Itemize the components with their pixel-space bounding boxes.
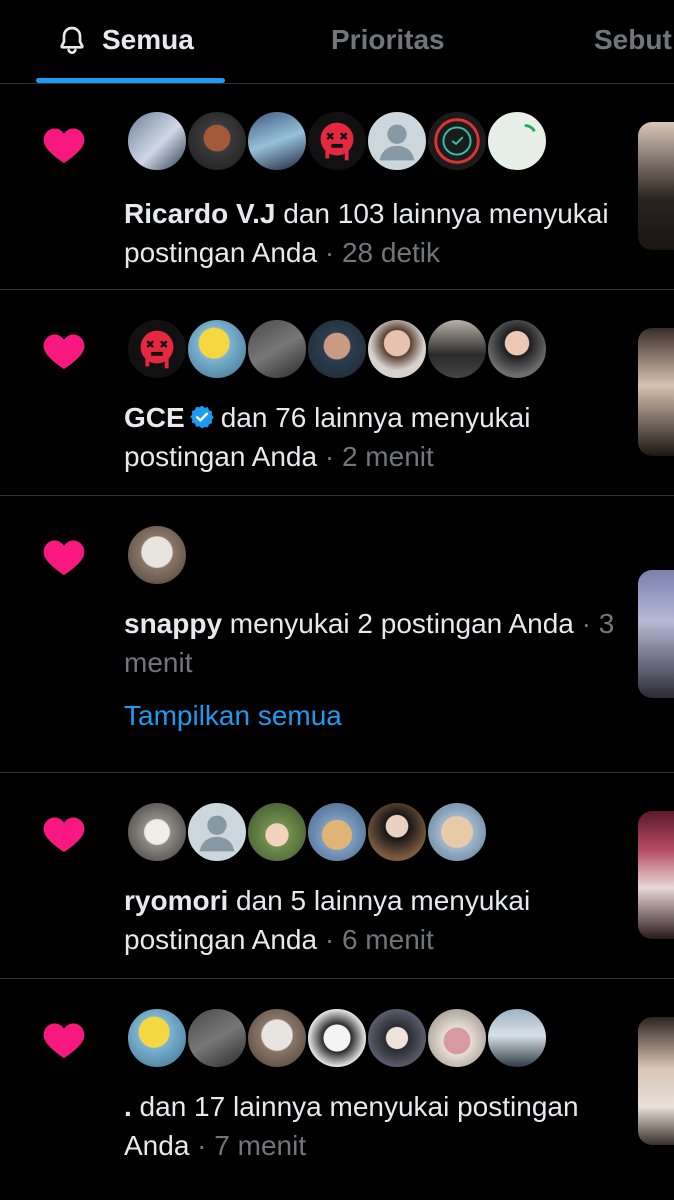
avatar[interactable] [186,801,248,863]
timestamp: 2 menit [341,441,434,472]
tab-semua[interactable]: Semua [56,20,194,60]
notification-row[interactable]: snappy menyukai 2 postingan Anda · 3 men… [0,496,674,773]
avatar[interactable] [486,110,548,172]
notification-row[interactable]: . dan 17 lainnya menyukai postingan Anda… [0,979,674,1200]
avatar-group [126,801,488,863]
avatar[interactable] [186,1007,248,1069]
notification-row[interactable]: ryomori dan 5 lainnya menyukai postingan… [0,773,674,979]
tab-semua-label: Semua [102,24,194,55]
avatar[interactable] [306,318,368,380]
heart-icon [43,128,85,164]
tab-sebut[interactable]: Sebut [594,20,672,60]
bell-icon [60,26,84,55]
avatar[interactable] [246,110,308,172]
avatar[interactable] [426,801,488,863]
post-thumbnail[interactable] [638,811,674,939]
avatar[interactable] [306,801,368,863]
avatar-group [126,524,188,586]
timestamp: 28 detik [341,237,441,268]
avatar[interactable] [306,1007,368,1069]
notification-text: ryomori dan 5 lainnya menyukai postingan… [124,885,531,955]
avatar[interactable] [486,318,548,380]
notification-text: . dan 17 lainnya menyukai postingan Anda… [124,1091,579,1161]
active-tab-indicator [36,78,225,83]
avatar-group [126,318,548,380]
avatar[interactable] [126,1007,188,1069]
tab-prioritas[interactable]: Prioritas [331,20,445,60]
notification-text: snappy menyukai 2 postingan Anda · 3 men… [124,608,615,678]
post-thumbnail[interactable] [638,1017,674,1145]
avatar-group [126,1007,548,1069]
heart-icon [43,1023,85,1059]
avatar[interactable] [246,318,308,380]
post-thumbnail[interactable] [638,122,674,250]
verified-badge-icon [189,405,214,429]
avatar[interactable] [306,110,368,172]
avatar[interactable] [246,801,308,863]
notification-tabs: Semua Prioritas Sebut [0,0,674,84]
avatar[interactable] [366,318,428,380]
tab-prioritas-label: Prioritas [331,24,445,55]
avatar[interactable] [186,318,248,380]
post-thumbnail[interactable] [638,328,674,456]
notification-message: menyukai 2 postingan Anda [222,608,574,639]
avatar[interactable] [426,318,488,380]
notification-row[interactable]: GCE dan 76 lainnya menyukai postingan And… [0,290,674,496]
heart-icon [43,817,85,853]
heart-icon [43,540,85,576]
avatar-group [126,110,548,172]
avatar[interactable] [126,110,188,172]
show-all-link[interactable]: Tampilkan semua [124,700,342,732]
notification-text: Ricardo V.J dan 103 lainnya menyukai pos… [124,198,609,268]
heart-icon [43,334,85,370]
avatar[interactable] [486,1007,548,1069]
user-name[interactable]: Ricardo V.J [124,198,275,229]
post-thumbnail[interactable] [638,570,674,698]
user-name[interactable]: . [124,1091,132,1122]
avatar[interactable] [126,318,188,380]
avatar[interactable] [366,1007,428,1069]
user-name[interactable]: GCE [124,402,185,433]
avatar[interactable] [186,110,248,172]
tab-sebut-label: Sebut [594,24,672,55]
avatar[interactable] [366,801,428,863]
avatar[interactable] [126,801,188,863]
avatar[interactable] [126,524,188,586]
avatar[interactable] [246,1007,308,1069]
user-name[interactable]: snappy [124,608,222,639]
user-name[interactable]: ryomori [124,885,228,916]
timestamp: 7 menit [214,1130,307,1161]
avatar[interactable] [366,110,428,172]
notification-text: GCE dan 76 lainnya menyukai postingan And… [124,402,531,472]
notification-row[interactable]: Ricardo V.J dan 103 lainnya menyukai pos… [0,84,674,290]
avatar[interactable] [426,110,488,172]
timestamp: 6 menit [341,924,434,955]
avatar[interactable] [426,1007,488,1069]
